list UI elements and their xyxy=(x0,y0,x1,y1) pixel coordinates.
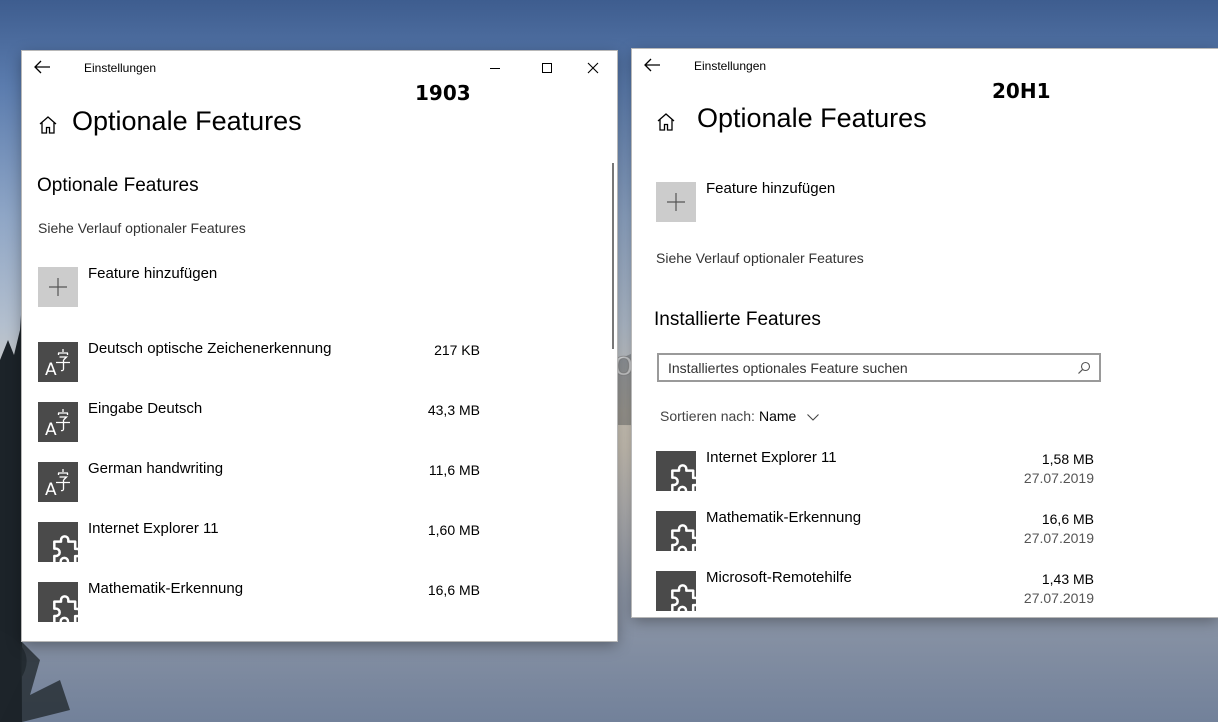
add-feature-tile xyxy=(656,182,696,222)
sort-dropdown[interactable]: Sortieren nach: Name xyxy=(660,408,820,424)
feature-size: 11,6 MB xyxy=(428,462,480,478)
search-box[interactable] xyxy=(657,353,1101,382)
feature-name: Microsoft-Remotehilfe xyxy=(706,569,852,586)
feature-item[interactable]: Mathematik-Erkennung 16,6 MB xyxy=(38,580,480,624)
back-arrow-icon xyxy=(644,58,660,72)
home-icon xyxy=(39,116,57,134)
add-feature-button[interactable]: Feature hinzufügen xyxy=(656,180,906,224)
feature-item[interactable]: Mathematik-Erkennung 16,6 MB 27.07.2019 xyxy=(656,509,1094,553)
version-label: 1903 xyxy=(415,81,471,105)
feature-item[interactable]: Internet Explorer 11 1,60 MB xyxy=(38,520,480,564)
minimize-button[interactable] xyxy=(475,56,515,80)
window-title: Einstellungen xyxy=(694,59,767,73)
search-input[interactable] xyxy=(668,359,1068,377)
search-icon[interactable] xyxy=(1077,361,1091,375)
maximize-icon xyxy=(542,63,552,73)
language-tile xyxy=(38,462,78,502)
feature-item[interactable]: Eingabe Deutsch 43,3 MB xyxy=(38,400,480,444)
feature-size: 217 KB xyxy=(434,342,480,358)
feature-name: German handwriting xyxy=(88,460,224,477)
feature-name: Mathematik-Erkennung xyxy=(706,509,862,526)
feature-name: Deutsch optische Zeichenerkennung xyxy=(88,340,332,357)
plus-icon xyxy=(49,278,67,296)
puzzle-tile xyxy=(38,522,78,562)
language-icon xyxy=(38,402,78,442)
feature-item[interactable]: German handwriting 11,6 MB xyxy=(38,460,480,504)
page-title: Optionale Features xyxy=(697,103,927,133)
feature-name: Mathematik-Erkennung xyxy=(88,580,244,597)
language-icon xyxy=(38,462,78,502)
history-link[interactable]: Siehe Verlauf optionaler Features xyxy=(38,220,246,236)
feature-date: 27.07.2019 xyxy=(1023,470,1094,486)
window-title: Einstellungen xyxy=(84,61,157,75)
settings-window-20h1: Einstellungen 20H1 Optionale Features Fe… xyxy=(632,49,1218,617)
language-icon xyxy=(38,342,78,382)
puzzle-icon xyxy=(38,522,78,562)
feature-size: 1,58 MB xyxy=(1041,451,1094,467)
sort-label: Sortieren nach: xyxy=(660,408,755,424)
puzzle-icon xyxy=(656,511,696,551)
language-tile xyxy=(38,402,78,442)
puzzle-tile xyxy=(656,511,696,551)
title-bar: Einstellungen xyxy=(22,51,617,85)
plus-icon xyxy=(667,193,685,211)
feature-size: 16,6 MB xyxy=(427,582,480,598)
maximize-button[interactable] xyxy=(527,56,567,80)
add-feature-label: Feature hinzufügen xyxy=(88,265,218,282)
add-feature-tile xyxy=(38,267,78,307)
feature-name: Internet Explorer 11 xyxy=(706,449,837,466)
feature-item[interactable]: Microsoft-Remotehilfe 1,43 MB 27.07.2019 xyxy=(656,569,1094,613)
feature-date: 27.07.2019 xyxy=(1023,530,1094,546)
home-button[interactable] xyxy=(655,111,677,133)
section-heading: Optionale Features xyxy=(37,175,199,196)
add-feature-button[interactable]: Feature hinzufügen xyxy=(38,265,288,309)
close-icon xyxy=(587,62,599,74)
minimize-icon xyxy=(490,68,500,69)
add-feature-label: Feature hinzufügen xyxy=(706,180,836,197)
scrollbar[interactable] xyxy=(612,163,614,349)
feature-item[interactable]: Internet Explorer 11 1,58 MB 27.07.2019 xyxy=(656,449,1094,493)
feature-date: 27.07.2019 xyxy=(1023,590,1094,606)
back-button[interactable] xyxy=(34,59,56,77)
home-button[interactable] xyxy=(37,114,59,136)
history-link[interactable]: Siehe Verlauf optionaler Features xyxy=(656,250,864,266)
feature-name: Internet Explorer 11 xyxy=(88,520,219,537)
version-label: 20H1 xyxy=(992,79,1051,103)
puzzle-tile xyxy=(38,582,78,622)
chevron-down-icon xyxy=(807,414,820,422)
title-bar: Einstellungen xyxy=(632,49,1218,83)
puzzle-icon xyxy=(38,582,78,622)
back-arrow-icon xyxy=(34,60,50,74)
back-button[interactable] xyxy=(644,57,666,75)
puzzle-tile xyxy=(656,571,696,611)
feature-size: 16,6 MB xyxy=(1041,511,1094,527)
feature-item[interactable]: Deutsch optische Zeichenerkennung 217 KB xyxy=(38,340,480,384)
page-title: Optionale Features xyxy=(72,106,302,136)
puzzle-icon xyxy=(656,451,696,491)
close-button[interactable] xyxy=(573,56,613,80)
section-heading: Installierte Features xyxy=(654,309,821,330)
feature-name: Eingabe Deutsch xyxy=(88,400,203,417)
home-icon xyxy=(657,113,675,131)
feature-size: 43,3 MB xyxy=(427,402,480,418)
settings-window-1903: Einstellungen 1903 Optionale Features Op… xyxy=(22,51,617,641)
feature-size: 1,43 MB xyxy=(1041,571,1094,587)
puzzle-icon xyxy=(656,571,696,611)
puzzle-tile xyxy=(656,451,696,491)
feature-size: 1,60 MB xyxy=(427,522,480,538)
sort-value: Name xyxy=(758,408,797,424)
language-tile xyxy=(38,342,78,382)
